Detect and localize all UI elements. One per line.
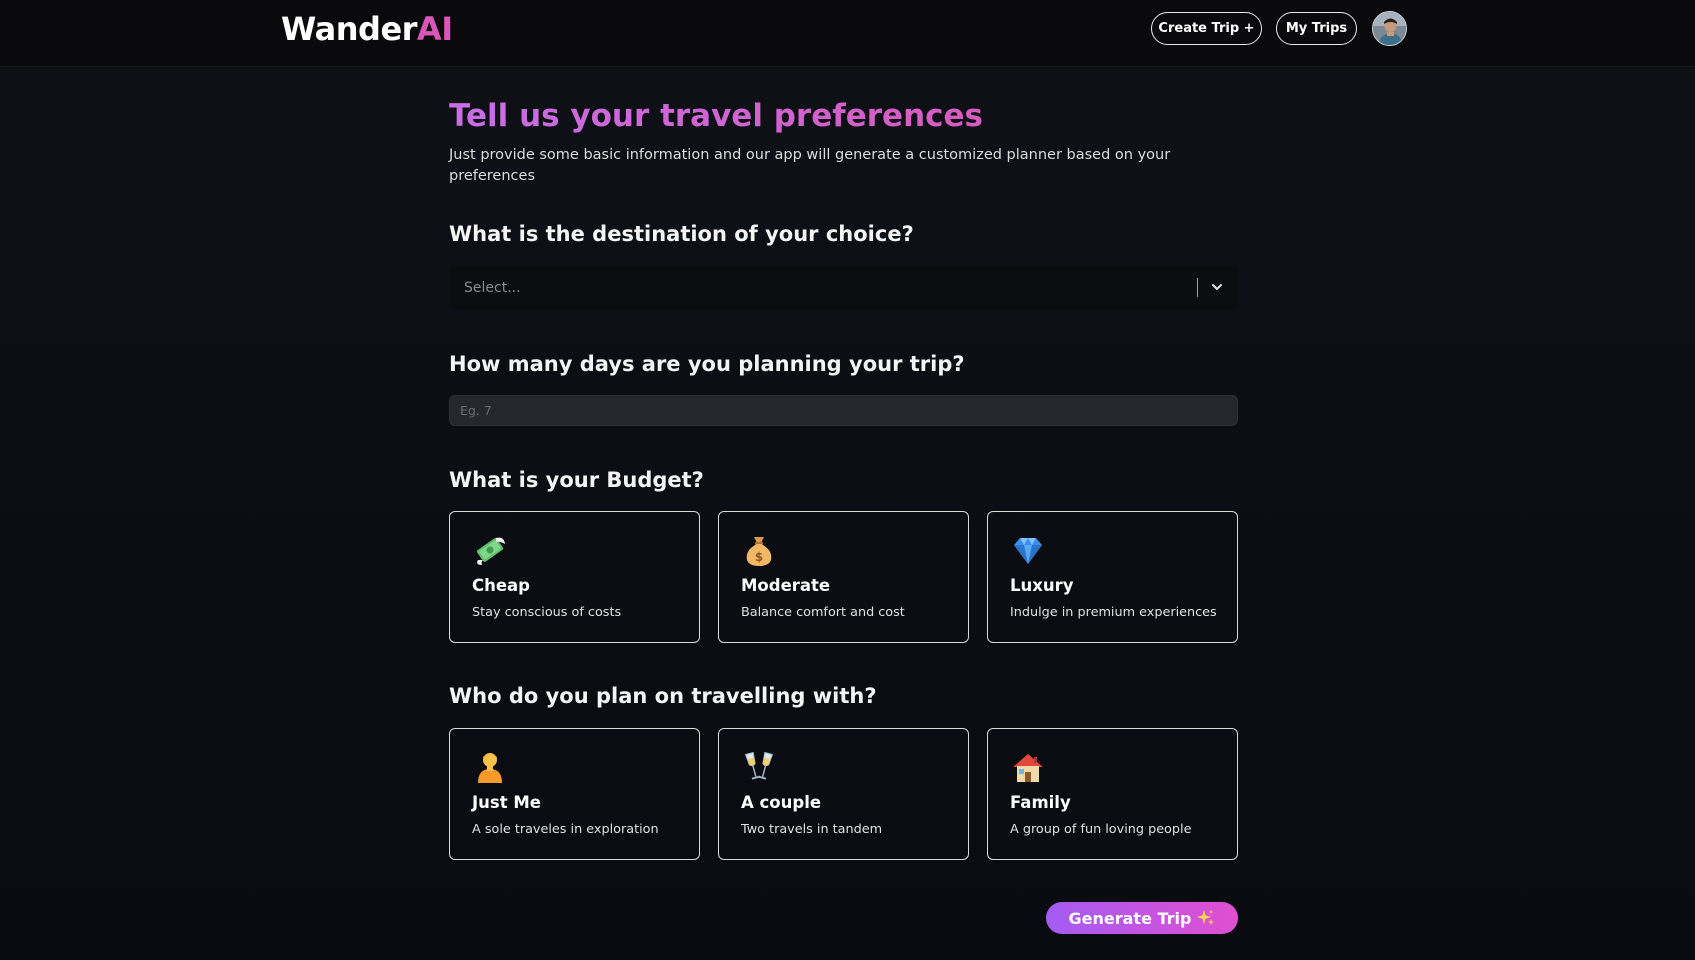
budget-question: What is your Budget? bbox=[449, 468, 704, 492]
generate-trip-button[interactable]: Generate Trip bbox=[1046, 902, 1238, 934]
budget-option-luxury[interactable]: Luxury Indulge in premium experiences bbox=[987, 511, 1238, 643]
chevron-down-icon[interactable] bbox=[1210, 279, 1224, 295]
money-wings-icon bbox=[476, 537, 505, 565]
budget-option-desc: Balance comfort and cost bbox=[741, 605, 905, 620]
page-title: Tell us your travel preferences bbox=[449, 98, 983, 134]
house-icon bbox=[1013, 754, 1043, 782]
select-separator bbox=[1197, 278, 1198, 297]
gem-icon bbox=[1014, 538, 1042, 564]
budget-option-title: Luxury bbox=[1010, 576, 1074, 595]
budget-option-title: Moderate bbox=[741, 576, 831, 595]
avatar-image bbox=[1373, 12, 1406, 45]
traveller-option-just-me[interactable]: Just Me A sole traveles in exploration bbox=[449, 728, 700, 860]
traveller-option-desc: A group of fun loving people bbox=[1010, 822, 1192, 837]
budget-option-desc: Stay conscious of costs bbox=[472, 605, 622, 620]
destination-select[interactable]: Select... bbox=[449, 265, 1238, 310]
destination-placeholder: Select... bbox=[464, 279, 521, 296]
generate-trip-label: Generate Trip bbox=[1068, 908, 1192, 928]
destination-question: What is the destination of your choice? bbox=[449, 222, 914, 246]
app-logo[interactable]: WanderAI bbox=[281, 10, 453, 48]
traveller-option-couple[interactable]: A couple Two travels in tandem bbox=[718, 728, 969, 860]
traveller-option-desc: Two travels in tandem bbox=[741, 822, 883, 837]
person-icon bbox=[478, 753, 502, 783]
traveller-option-title: Just Me bbox=[472, 793, 541, 812]
money-bag-icon: $ bbox=[746, 537, 772, 566]
budget-option-title: Cheap bbox=[472, 576, 530, 595]
budget-option-moderate[interactable]: $ Moderate Balance comfort and cost bbox=[718, 511, 969, 643]
traveller-option-title: A couple bbox=[741, 793, 822, 812]
travellers-question: Who do you plan on travelling with? bbox=[449, 684, 877, 708]
traveller-option-title: Family bbox=[1010, 793, 1071, 812]
budget-option-desc: Indulge in premium experiences bbox=[1010, 605, 1217, 620]
logo-accent-text: AI bbox=[416, 10, 453, 48]
traveller-option-family[interactable]: Family A group of fun loving people bbox=[987, 728, 1238, 860]
create-trip-button[interactable]: Create Trip + bbox=[1151, 12, 1262, 45]
sparkles-icon bbox=[1197, 910, 1215, 925]
days-question: How many days are you planning your trip… bbox=[449, 352, 965, 376]
user-avatar[interactable] bbox=[1372, 11, 1407, 46]
logo-text: Wander bbox=[281, 10, 417, 48]
my-trips-button[interactable]: My Trips bbox=[1276, 12, 1357, 45]
top-navbar: WanderAI Create Trip + My Trips bbox=[0, 0, 1695, 67]
svg-text:$: $ bbox=[755, 550, 763, 564]
days-input[interactable] bbox=[449, 395, 1238, 426]
page-subtitle: Just provide some basic information and … bbox=[449, 147, 1171, 184]
budget-option-cheap[interactable]: Cheap Stay conscious of costs bbox=[449, 511, 700, 643]
traveller-option-desc: A sole traveles in exploration bbox=[472, 822, 659, 837]
champagne-glasses-icon bbox=[744, 751, 774, 780]
